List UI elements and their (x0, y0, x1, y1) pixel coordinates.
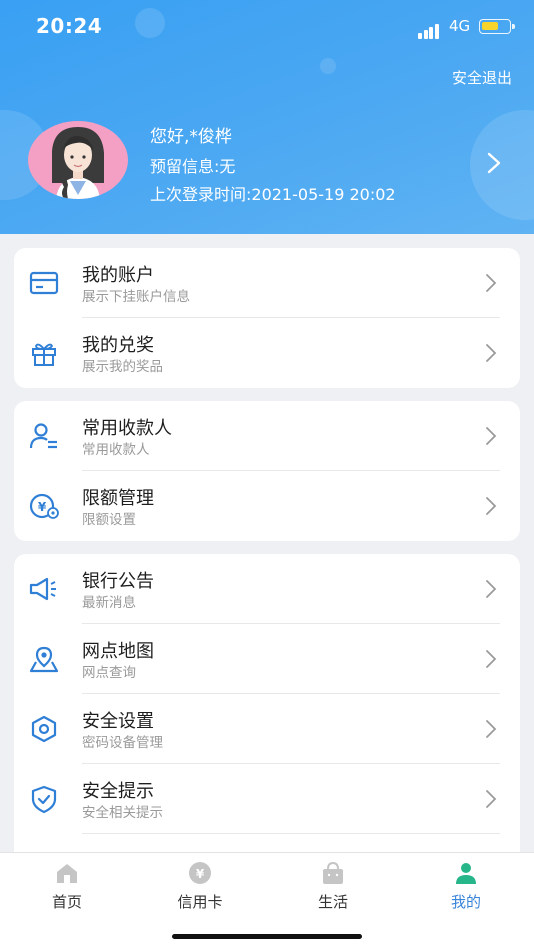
chevron-right-icon (486, 344, 497, 362)
status-bar: 20:24 4G (0, 0, 534, 54)
shield-icon (31, 785, 57, 814)
chevron-right-icon (486, 580, 497, 598)
menu-item-title: 银行公告 (82, 571, 154, 592)
menu-item-branch-map[interactable]: 网点地图 网点查询 (14, 624, 520, 694)
last-login-time: 上次登录时间:2021-05-19 20:02 (150, 185, 396, 204)
menu-item-title: 我的兑奖 (82, 335, 154, 356)
profile-header: 20:24 4G 安全退出 您好,*俊桦 预留信息:无 上次登录时间:2021-… (0, 0, 534, 234)
menu-item-subtitle: 网点查询 (82, 665, 136, 681)
avatar[interactable] (28, 121, 128, 199)
menu-item-title: 限额管理 (82, 488, 154, 509)
menu-item-subtitle: 限额设置 (82, 512, 136, 528)
menu-item-payees[interactable]: 常用收款人 常用收款人 (14, 401, 520, 471)
tab-label: 生活 (317, 893, 348, 911)
menu-item-bank-notices[interactable]: 银行公告 最新消息 (14, 554, 520, 624)
chevron-right-icon (486, 650, 497, 668)
profile-icon (456, 863, 476, 884)
services-card: 银行公告 最新消息 网点地图 网点查询 安全设置 密码设备管理 安全提示 安全相… (14, 554, 520, 874)
tab-credit-card[interactable]: ¥ 信用卡 (160, 861, 240, 913)
network-label: 4G (449, 17, 471, 35)
menu-item-subtitle: 常用收款人 (82, 442, 150, 458)
credit-card-icon: ¥ (189, 862, 211, 884)
card-icon (29, 271, 59, 295)
divider (82, 833, 500, 834)
menu-item-my-prizes[interactable]: 我的兑奖 展示我的奖品 (14, 318, 520, 388)
payee-icon (29, 423, 57, 449)
menu-item-subtitle: 安全相关提示 (82, 805, 163, 821)
tab-label: 我的 (450, 893, 481, 911)
signal-icon (418, 20, 440, 39)
tab-label: 信用卡 (177, 893, 223, 911)
menu-item-my-account[interactable]: 我的账户 展示下挂账户信息 (14, 248, 520, 318)
map-icon (29, 646, 59, 673)
chevron-right-icon (486, 720, 497, 738)
payment-card: 常用收款人 常用收款人 ¥ 限额管理 限额设置 (14, 401, 520, 541)
profile-chevron-icon[interactable] (482, 150, 506, 176)
chevron-right-icon (486, 790, 497, 808)
menu-item-security-settings[interactable]: 安全设置 密码设备管理 (14, 694, 520, 764)
security-settings-icon (31, 715, 57, 743)
menu-item-title: 网点地图 (82, 641, 154, 662)
chevron-right-icon (486, 497, 497, 515)
user-greeting: 您好,*俊桦 (150, 127, 232, 147)
decor-bubble (320, 58, 336, 74)
menu-item-security-tips[interactable]: 安全提示 安全相关提示 (14, 764, 520, 834)
status-time: 20:24 (36, 14, 103, 38)
battery-icon (479, 19, 515, 34)
chevron-right-icon (486, 427, 497, 445)
menu-item-title: 安全设置 (82, 711, 154, 732)
gift-icon (32, 343, 56, 366)
reserved-info: 预留信息:无 (150, 157, 236, 176)
svg-text:¥: ¥ (196, 867, 205, 881)
menu-item-title: 我的账户 (82, 265, 154, 286)
chevron-right-icon (486, 274, 497, 292)
home-indicator (172, 934, 362, 939)
menu-item-limit-management[interactable]: ¥ 限额管理 限额设置 (14, 471, 520, 541)
tab-home[interactable]: 首页 (27, 861, 107, 913)
megaphone-icon (29, 577, 56, 601)
menu-item-subtitle: 展示我的奖品 (82, 359, 163, 375)
avatar-illustration (52, 127, 104, 199)
menu-item-title: 常用收款人 (82, 418, 172, 439)
life-icon (323, 861, 343, 884)
tab-label: 首页 (51, 893, 82, 911)
tab-mine[interactable]: 我的 (426, 861, 506, 913)
menu-item-title: 安全提示 (82, 781, 154, 802)
svg-text:¥: ¥ (38, 500, 47, 514)
tab-life[interactable]: 生活 (293, 861, 373, 913)
menu-item-subtitle: 展示下挂账户信息 (82, 289, 190, 305)
menu-item-subtitle: 密码设备管理 (82, 735, 163, 751)
account-card: 我的账户 展示下挂账户信息 我的兑奖 展示我的奖品 (14, 248, 520, 388)
limit-icon: ¥ (29, 493, 59, 519)
home-icon (57, 864, 77, 883)
menu-item-subtitle: 最新消息 (82, 595, 136, 611)
logout-link[interactable]: 安全退出 (452, 67, 512, 88)
